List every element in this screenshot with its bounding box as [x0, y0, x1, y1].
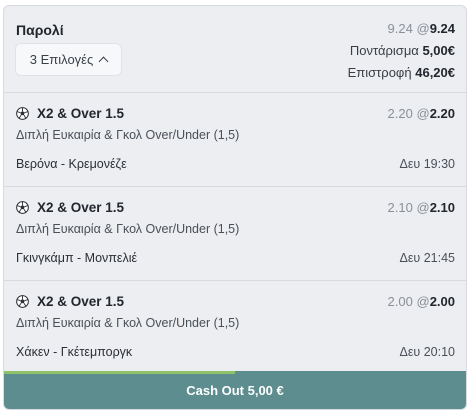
total-odds: 9.24 @9.24 — [388, 21, 455, 36]
selection-time: Δευ 20:10 — [399, 345, 455, 359]
bet-summary: Παρολί 3 Επιλογές 9.24 @9.24 Ποντάρισμα … — [4, 6, 466, 93]
selection-item: X2 & Over 1.5 Διπλή Ευκαιρία & Γκολ Over… — [4, 187, 466, 281]
odds-original: 2.10 — [387, 200, 413, 215]
selection-market: Διπλή Ευκαιρία & Γκολ Over/Under (1,5) — [16, 316, 240, 330]
return-value: 46,20€ — [415, 65, 455, 80]
odds-at-sign: @ — [416, 106, 430, 121]
selection-item: X2 & Over 1.5 Διπλή Ευκαιρία & Γκολ Over… — [4, 281, 466, 375]
odds-at-sign: @ — [416, 21, 430, 36]
odds-current: 2.20 — [429, 106, 455, 121]
cash-out-label: Cash Out 5,00 € — [186, 382, 284, 398]
odds-current: 2.10 — [429, 200, 455, 215]
bet-slip-card: Παρολί 3 Επιλογές 9.24 @9.24 Ποντάρισμα … — [3, 5, 467, 410]
cash-out-button[interactable]: Cash Out 5,00 € — [4, 371, 466, 409]
total-odds-original: 9.24 — [387, 21, 413, 36]
soccer-ball-icon — [16, 201, 29, 214]
bet-type-title: Παρολί — [16, 22, 64, 38]
selection-time: Δευ 19:30 — [399, 157, 455, 171]
odds-original: 2.00 — [387, 294, 413, 309]
soccer-ball-icon — [16, 107, 29, 120]
soccer-ball-icon — [16, 295, 29, 308]
selections-toggle-label: 3 Επιλογές — [29, 52, 94, 67]
selection-match: Βερόνα - Κρεμονέζε — [16, 157, 127, 171]
selection-name: X2 & Over 1.5 — [37, 106, 125, 121]
total-odds-current: 9.24 — [429, 21, 455, 36]
selection-odds: 2.20 @2.20 — [388, 106, 455, 121]
selections-toggle-button[interactable]: 3 Επιλογές — [15, 43, 122, 76]
selection-name: X2 & Over 1.5 — [37, 200, 125, 215]
selection-odds: 2.00 @2.00 — [388, 294, 455, 309]
return-label: Επιστροφή — [347, 65, 412, 80]
stake-label: Ποντάρισμα — [349, 43, 419, 58]
return-row: Επιστροφή 46,20€ — [348, 65, 455, 80]
selection-name: X2 & Over 1.5 — [37, 294, 125, 309]
odds-at-sign: @ — [416, 294, 430, 309]
cash-out-progress-bar — [4, 371, 235, 374]
odds-original: 2.20 — [387, 106, 413, 121]
selection-match: Γκινγκάμπ - Μονπελιέ — [16, 251, 138, 265]
selection-market: Διπλή Ευκαιρία & Γκολ Over/Under (1,5) — [16, 128, 240, 142]
chevron-up-icon — [98, 56, 109, 67]
selection-time: Δευ 21:45 — [399, 251, 455, 265]
selection-match: Χάκεν - Γκέτεμποργκ — [16, 345, 133, 359]
stake-row: Ποντάρισμα 5,00€ — [350, 43, 455, 58]
stake-value: 5,00€ — [422, 43, 455, 58]
selection-item: X2 & Over 1.5 Διπλή Ευκαιρία & Γκολ Over… — [4, 93, 466, 187]
selection-odds: 2.10 @2.10 — [388, 200, 455, 215]
odds-current: 2.00 — [429, 294, 455, 309]
selection-market: Διπλή Ευκαιρία & Γκολ Over/Under (1,5) — [16, 222, 240, 236]
odds-at-sign: @ — [416, 200, 430, 215]
